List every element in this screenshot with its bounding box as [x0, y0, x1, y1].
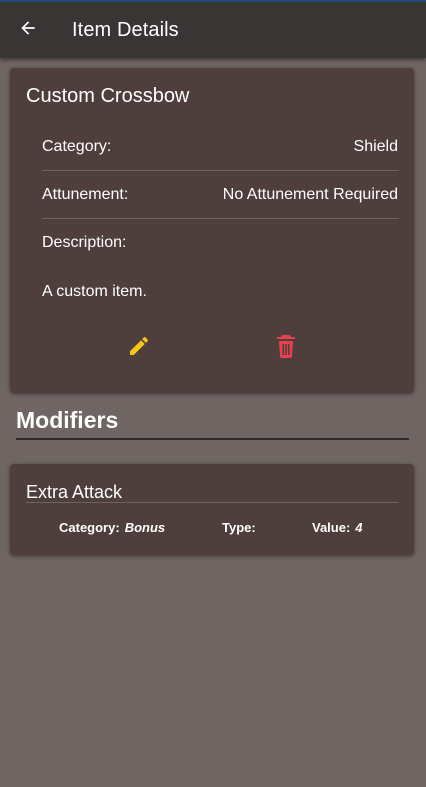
modifier-category-label: Category:	[59, 520, 120, 535]
delete-button[interactable]	[270, 332, 302, 364]
modifier-category-value: Bonus	[124, 520, 166, 535]
category-label: Category:	[42, 138, 112, 155]
trash-icon	[274, 333, 298, 364]
pencil-icon	[127, 334, 151, 363]
modifier-name: Extra Attack	[26, 482, 123, 502]
modifier-type-label: Type:	[222, 520, 256, 535]
page-title: Item Details	[72, 18, 179, 41]
back-button[interactable]	[0, 2, 56, 58]
description-row: Description:	[42, 219, 398, 267]
item-details-card: Custom Crossbow Category: Shield Attunem…	[10, 68, 414, 393]
attunement-label: Attunement:	[42, 186, 129, 203]
modifier-type: Type:	[222, 520, 261, 535]
modifier-value: Value: 4	[312, 520, 363, 535]
modifiers-divider	[16, 438, 409, 440]
arrow-left-icon	[18, 18, 38, 43]
attunement-value: No Attunement Required	[222, 186, 398, 203]
modifier-card: Extra Attack Category: Bonus Type: Value:…	[10, 464, 414, 555]
app-bar: Item Details	[0, 2, 426, 58]
modifier-value-value: 4	[355, 520, 363, 535]
modifiers-heading: Modifiers	[16, 407, 119, 433]
category-value: Shield	[353, 138, 398, 155]
attunement-row: Attunement: No Attunement Required	[42, 171, 399, 219]
description-text: A custom item.	[42, 283, 147, 300]
modifier-divider	[26, 502, 398, 503]
description-label: Description:	[42, 234, 127, 251]
edit-button[interactable]	[123, 332, 155, 364]
category-row: Category: Shield	[42, 123, 399, 171]
modifier-category: Category: Bonus	[59, 520, 165, 535]
modifier-value-label: Value:	[312, 520, 351, 535]
item-name: Custom Crossbow	[26, 85, 190, 107]
